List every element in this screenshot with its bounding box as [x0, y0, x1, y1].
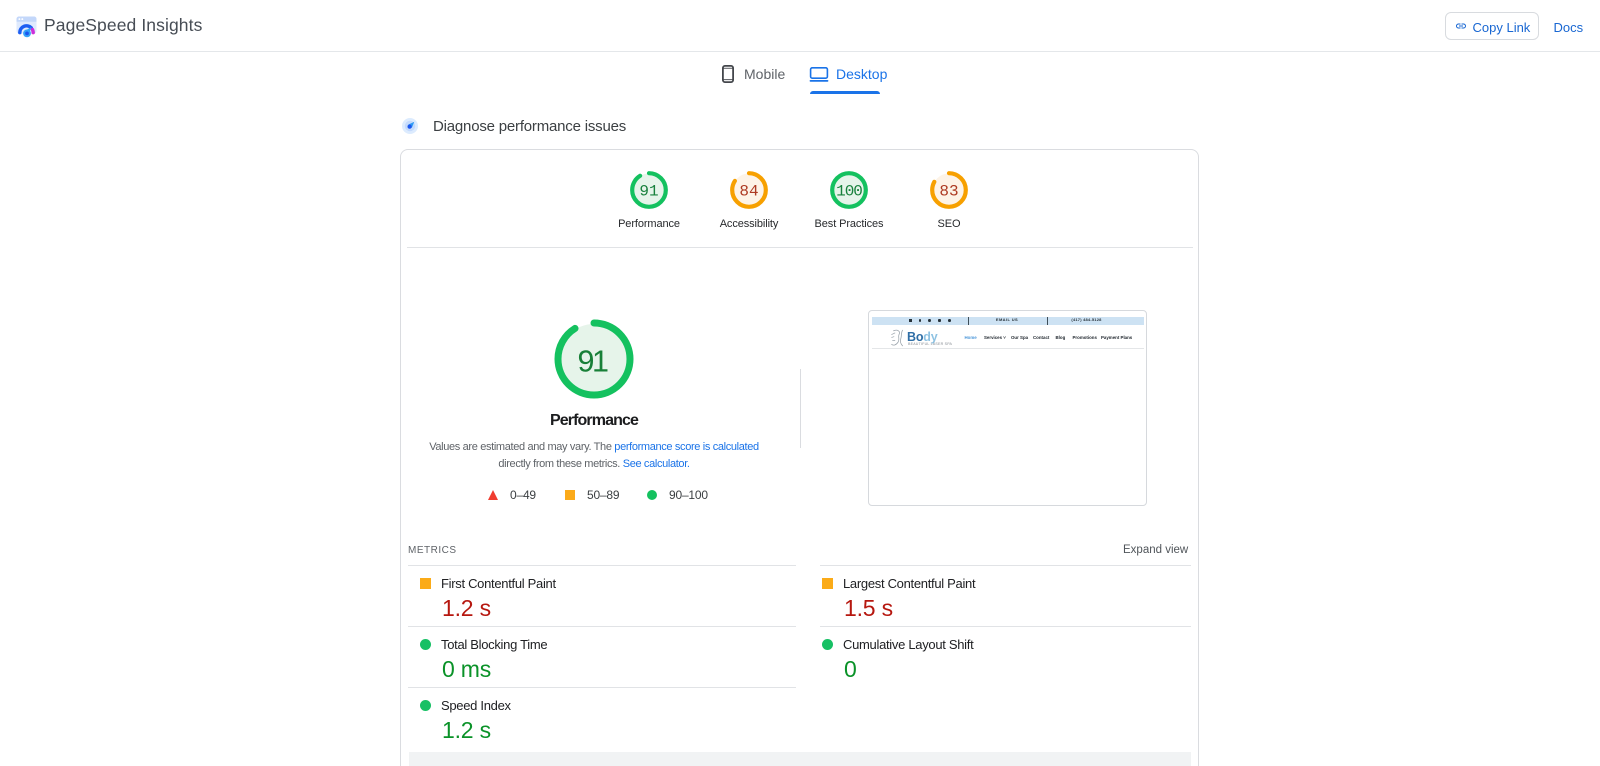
- svg-text:83: 83: [939, 182, 958, 200]
- svg-text:100: 100: [836, 182, 862, 200]
- svg-text:91: 91: [639, 182, 658, 200]
- svg-text:84: 84: [739, 182, 758, 200]
- svg-text:91: 91: [578, 345, 608, 379]
